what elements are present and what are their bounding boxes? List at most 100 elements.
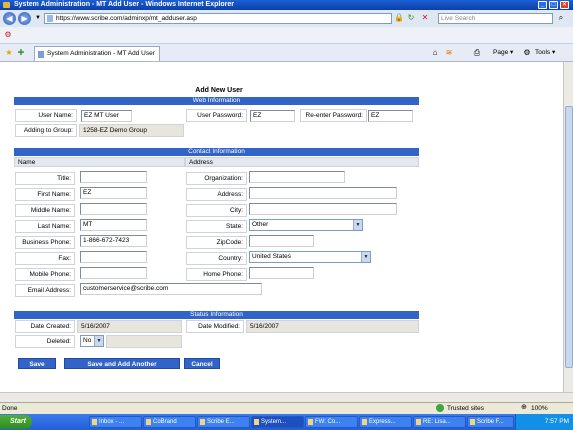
stop-icon[interactable]: ✕ [420, 13, 430, 23]
deleted-row-fill [106, 335, 182, 348]
taskbar-item[interactable]: FW: Co... [305, 416, 358, 428]
home-phone-input[interactable] [249, 267, 314, 279]
form-title: Add New User [195, 87, 243, 94]
cancel-button[interactable]: Cancel [184, 358, 220, 369]
zip-input[interactable] [249, 235, 314, 247]
window-icon [200, 419, 205, 425]
taskbar-item-active[interactable]: System... [251, 416, 304, 428]
taskbar-item-label: RE: Lisa... [423, 419, 451, 425]
tools-gear-icon[interactable]: ⚙ [522, 48, 532, 58]
minimize-button[interactable]: _ [538, 1, 547, 9]
window-icon [416, 419, 421, 425]
country-label: Country: [186, 252, 247, 265]
adding-group-label: Adding to Group: [15, 124, 77, 137]
contact-info-header: Contact Information [14, 148, 419, 156]
page-menu-label: Page [493, 49, 509, 56]
taskbar-item-label: Scribe F... [477, 419, 504, 425]
middle-name-input[interactable] [80, 203, 147, 215]
reenter-password-label: Re-enter Password: [300, 109, 367, 122]
address-bar-row: ◀ ▶ ▼ https://www.scribe.com/adminxp/mt_… [0, 10, 573, 27]
toolbar-settings-icon[interactable]: ⚙ [3, 30, 13, 40]
horizontal-scrollbar[interactable] [0, 392, 573, 402]
ie-icon [3, 2, 10, 8]
address-input[interactable] [249, 187, 397, 199]
user-password-input[interactable]: EZ [250, 110, 295, 122]
search-icon[interactable]: ⌕ [556, 13, 566, 23]
title-input[interactable] [80, 171, 147, 183]
last-name-label: Last Name: [15, 220, 75, 233]
deleted-select-value: No [83, 337, 92, 344]
address-column-header: Address [185, 157, 419, 167]
window-title: System Administration - MT Add User - Wi… [14, 1, 234, 8]
organization-input[interactable] [249, 171, 345, 183]
web-info-header: Web Information [14, 97, 419, 105]
search-input[interactable]: Live Search [438, 13, 553, 24]
page-menu[interactable]: Page ▾ [493, 47, 513, 59]
date-modified-label: Date Modified: [186, 320, 244, 333]
date-created-value: 5/16/2007 [77, 320, 182, 333]
taskbar-item[interactable]: Scribe F... [467, 416, 514, 428]
status-text: Done [2, 405, 18, 412]
maximize-button[interactable]: □ [549, 1, 558, 9]
state-select[interactable]: Other ▼ [249, 219, 363, 231]
toolbar-row: ⚙ [0, 27, 573, 44]
history-dropdown-icon[interactable]: ▼ [33, 13, 43, 23]
status-bar: Done Trusted sites ⊕ 100% [0, 402, 573, 414]
state-label: State: [186, 220, 247, 233]
chevron-down-icon[interactable]: ▼ [361, 252, 370, 262]
business-phone-input[interactable]: 1-866-672-7423 [80, 235, 147, 247]
email-input[interactable]: customerservice@scribe.com [80, 283, 262, 295]
save-add-another-button[interactable]: Save and Add Another [64, 358, 180, 369]
reenter-password-input[interactable]: EZ [368, 110, 413, 122]
vertical-scrollbar[interactable] [563, 62, 573, 392]
start-button[interactable]: Start [0, 415, 32, 429]
favorites-star-icon[interactable]: ★ [4, 48, 14, 58]
taskbar: Start Inbox - ... CoBrand Scribe E... Sy… [0, 414, 573, 430]
tools-menu[interactable]: Tools ▾ [535, 47, 555, 59]
mobile-phone-input[interactable] [80, 267, 147, 279]
system-tray: 7:57 PM [515, 414, 573, 430]
organization-label: Organization: [186, 172, 247, 185]
add-favorites-icon[interactable]: ✚ [16, 48, 26, 58]
taskbar-item[interactable]: Express... [359, 416, 412, 428]
trusted-check-icon [436, 404, 444, 412]
first-name-input[interactable]: EZ [80, 187, 147, 199]
print-icon[interactable]: ⎙ [472, 48, 482, 58]
feeds-icon[interactable]: ≋ [444, 48, 454, 58]
taskbar-item[interactable]: Scribe E... [197, 416, 250, 428]
page-icon [47, 15, 53, 22]
last-name-input[interactable]: MT [80, 219, 147, 231]
back-button[interactable]: ◀ [3, 12, 16, 25]
tab-system-admin[interactable]: System Administration - MT Add User [34, 46, 160, 61]
refresh-icon[interactable]: ↻ [406, 13, 416, 23]
zoom-level[interactable]: 100% [531, 403, 548, 414]
city-input[interactable] [249, 203, 397, 215]
first-name-label: First Name: [15, 188, 75, 201]
close-window-button[interactable]: × [560, 1, 569, 9]
forward-button[interactable]: ▶ [18, 12, 31, 25]
business-phone-label: Business Phone: [15, 236, 75, 249]
zoom-icon: ⊕ [521, 404, 527, 411]
security-zone[interactable]: Trusted sites [447, 403, 484, 414]
lock-icon[interactable]: 🔒 [394, 13, 404, 23]
tab-page-icon [38, 51, 44, 58]
scrollbar-thumb[interactable] [565, 106, 573, 368]
taskbar-item[interactable]: RE: Lisa... [413, 416, 466, 428]
zip-label: ZipCode: [186, 236, 247, 249]
taskbar-item-label: CoBrand [153, 419, 177, 425]
chevron-down-icon[interactable]: ▼ [94, 336, 103, 346]
deleted-select[interactable]: No ▼ [80, 335, 104, 347]
taskbar-item[interactable]: Inbox - ... [89, 416, 142, 428]
chevron-down-icon[interactable]: ▼ [353, 220, 362, 230]
country-select[interactable]: United States ▼ [249, 251, 371, 263]
taskbar-item[interactable]: CoBrand [143, 416, 196, 428]
url-field[interactable]: https://www.scribe.com/adminxp/mt_adduse… [44, 13, 392, 24]
tab-title: System Administration - MT Add User [47, 50, 155, 57]
user-name-input[interactable]: EZ MT User [81, 110, 132, 122]
clock[interactable]: 7:57 PM [545, 418, 569, 425]
fax-input[interactable] [80, 251, 147, 263]
save-button[interactable]: Save [18, 358, 56, 369]
taskbar-item-label: FW: Co... [315, 419, 341, 425]
taskbar-item-label: Scribe E... [207, 419, 235, 425]
home-icon[interactable]: ⌂ [430, 48, 440, 58]
